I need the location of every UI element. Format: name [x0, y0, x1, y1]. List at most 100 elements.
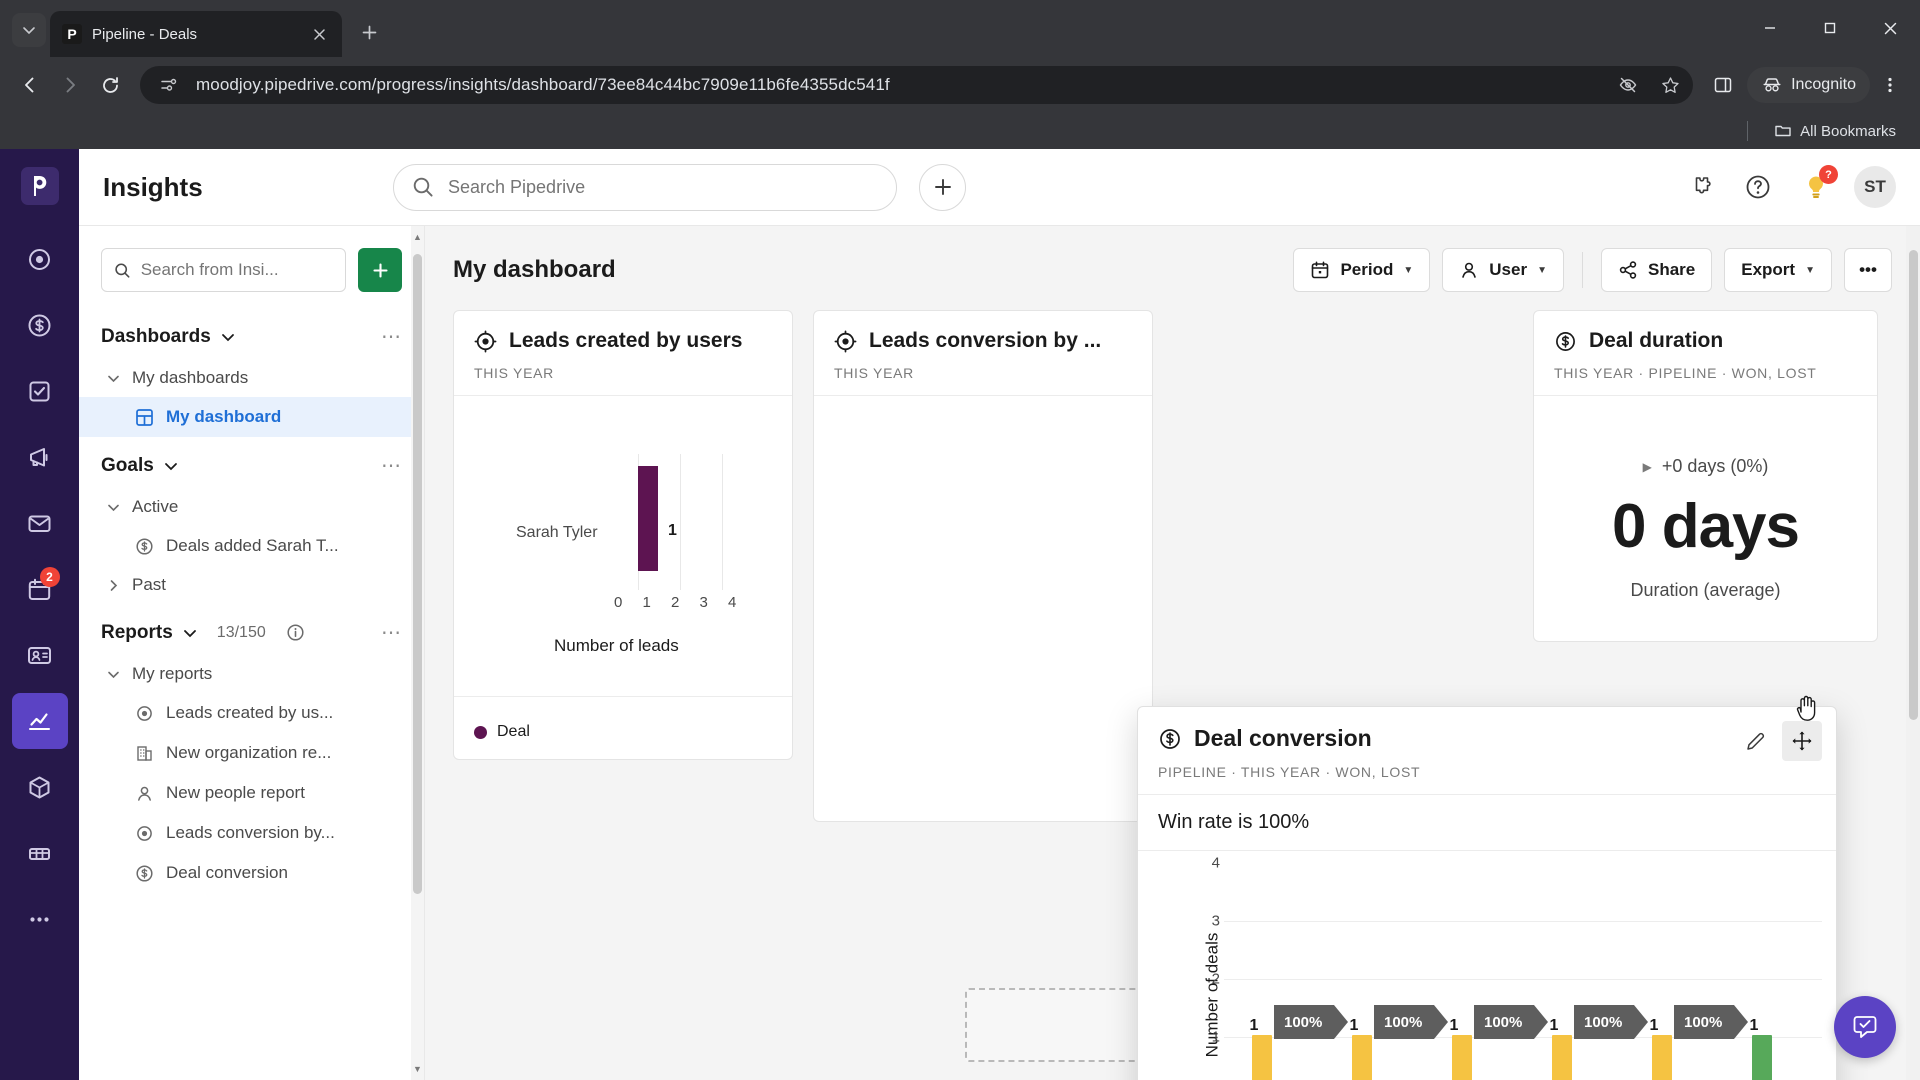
rail-item-contacts[interactable] [12, 627, 68, 683]
more-options-button[interactable]: ••• [1844, 248, 1892, 292]
rail-item-more[interactable] [12, 891, 68, 947]
dashboard-title: My dashboard [453, 256, 616, 283]
pipedrive-logo[interactable] [17, 163, 63, 209]
sidebar-group-past[interactable]: Past [79, 566, 424, 604]
period-button[interactable]: Period ▼ [1293, 248, 1431, 292]
search-input[interactable] [448, 176, 878, 198]
sidebar-search-input[interactable] [140, 260, 333, 280]
add-button[interactable] [919, 163, 966, 211]
close-icon[interactable] [308, 23, 330, 45]
page-title: Insights [103, 171, 203, 202]
rail-item-mail[interactable] [12, 495, 68, 551]
sidebar-group-my-dashboards[interactable]: My dashboards [79, 359, 424, 397]
puzzle-icon [1695, 177, 1711, 194]
floating-deal-conversion-card[interactable]: Deal conversion PIPELINE · THIS YEAR · W… [1137, 695, 1837, 1080]
tab-search-button[interactable] [12, 13, 46, 47]
sidebar-item-leads-created[interactable]: Leads created by us... [79, 693, 424, 733]
user-label: User [1489, 260, 1528, 279]
sidebar-item-new-people-report[interactable]: New people report [79, 773, 424, 813]
chat-assistant-button[interactable] [1834, 996, 1896, 1058]
scroll-down-arrow[interactable]: ▼ [413, 1064, 422, 1074]
sidebar-scroll-thumb[interactable] [413, 254, 422, 894]
rail-item-products[interactable] [12, 759, 68, 815]
item-label: New organization re... [166, 743, 332, 762]
incognito-indicator[interactable]: Incognito [1747, 67, 1870, 103]
close-window-icon[interactable] [1860, 6, 1920, 50]
rail-item-activities[interactable] [12, 363, 68, 419]
reload-icon[interactable] [92, 67, 128, 103]
section-more-icon[interactable]: ⋯ [381, 620, 402, 645]
sidebar-search[interactable] [101, 248, 346, 292]
section-more-icon[interactable]: ⋯ [381, 453, 402, 478]
info-icon[interactable] [286, 623, 305, 642]
grid-icon [29, 847, 50, 860]
browser-tab[interactable]: P Pipeline - Deals [50, 11, 342, 57]
tips-button[interactable]: ? [1796, 165, 1838, 207]
all-bookmarks-button[interactable]: All Bookmarks [1766, 118, 1904, 144]
export-button[interactable]: Export ▼ [1724, 248, 1832, 292]
bar-category-label: Sarah Tyler [516, 524, 598, 541]
card-leads-created-by-users[interactable]: Leads created by users THIS YEAR Sarah T… [453, 310, 793, 760]
sidebar-group-my-reports[interactable]: My reports [79, 655, 424, 693]
forward-arrow-icon[interactable] [52, 67, 88, 103]
scroll-up-arrow[interactable]: ▲ [413, 232, 422, 242]
new-tab-button[interactable] [352, 15, 386, 49]
sidebar-group-active[interactable]: Active [79, 488, 424, 526]
sidebar-item-deal-conversion[interactable]: Deal conversion [79, 853, 424, 893]
period-label: Period [1340, 260, 1394, 279]
toolbar-right: Incognito [1705, 67, 1908, 103]
avatar[interactable]: ST [1854, 166, 1896, 208]
side-panel-icon[interactable] [1705, 67, 1741, 103]
back-arrow-icon[interactable] [12, 67, 48, 103]
sidebar-item-deals-added[interactable]: Deals added Sarah T... [79, 526, 424, 566]
edit-report-button[interactable] [1736, 721, 1776, 761]
eye-off-icon[interactable] [1613, 70, 1643, 100]
target-icon [137, 705, 152, 721]
card-deal-duration[interactable]: Deal duration THIS YEAR · PIPELINE · WON… [1533, 310, 1878, 642]
item-label: Leads created by us... [166, 703, 334, 722]
section-title: Reports [101, 621, 173, 643]
chevron-down-icon [23, 27, 35, 35]
star-icon[interactable] [1655, 70, 1685, 100]
chevron-down-icon [164, 462, 177, 470]
item-label: Deals added Sarah T... [166, 536, 339, 555]
rail-item-campaigns[interactable] [12, 429, 68, 485]
canvas-scroll-thumb[interactable] [1909, 250, 1918, 720]
deal-duration-body: ▶ +0 days (0%) 0 days Duration (average) [1534, 396, 1877, 641]
target-icon [474, 330, 497, 352]
rail-item-marketplace[interactable] [12, 825, 68, 881]
building-icon [137, 745, 152, 761]
sidebar-scrollbar[interactable]: ▲ ▼ [411, 226, 424, 1080]
global-search[interactable] [393, 163, 897, 211]
sidebar-item-new-organization-report[interactable]: New organization re... [79, 733, 424, 773]
site-settings-icon[interactable] [154, 70, 184, 100]
card-leads-conversion[interactable]: Leads conversion by ... THIS YEAR [813, 310, 1153, 822]
rail-item-deals[interactable] [12, 297, 68, 353]
share-button[interactable]: Share [1601, 248, 1713, 292]
bar-value-label: 1 [1449, 1017, 1459, 1034]
canvas-scrollbar[interactable] [1906, 226, 1920, 1080]
user-button[interactable]: User ▼ [1442, 248, 1564, 292]
calendar-badge: 2 [39, 567, 60, 587]
sidebar-section-goals[interactable]: Goals ⋯ [79, 437, 424, 488]
address-bar[interactable]: moodjoy.pipedrive.com/progress/insights/… [140, 66, 1694, 104]
maximize-icon[interactable] [1800, 6, 1860, 50]
sidebar-section-reports[interactable]: Reports 13/150 ⋯ [79, 604, 424, 655]
apps-button[interactable] [1680, 167, 1720, 207]
section-more-icon[interactable]: ⋯ [381, 324, 402, 349]
rail-item-leads[interactable] [12, 231, 68, 287]
sidebar-add-button[interactable] [358, 248, 402, 292]
sidebar-section-dashboards[interactable]: Dashboards ⋯ [79, 308, 424, 359]
rail-item-insights[interactable] [11, 693, 68, 749]
help-button[interactable] [1738, 167, 1778, 207]
sidebar-item-leads-conversion[interactable]: Leads conversion by... [79, 813, 424, 853]
question-circle-icon [1746, 175, 1770, 199]
incognito-label: Incognito [1791, 76, 1856, 93]
funnel-bar [1552, 1035, 1572, 1080]
kebab-menu-icon[interactable] [1872, 67, 1908, 103]
rail-item-calendar[interactable]: 2 [12, 561, 68, 617]
sidebar-item-my-dashboard[interactable]: My dashboard [79, 397, 424, 437]
checklist-icon [29, 381, 50, 401]
floating-card-header: Deal conversion PIPELINE · THIS YEAR · W… [1138, 695, 1836, 794]
minimize-icon[interactable] [1740, 6, 1800, 50]
